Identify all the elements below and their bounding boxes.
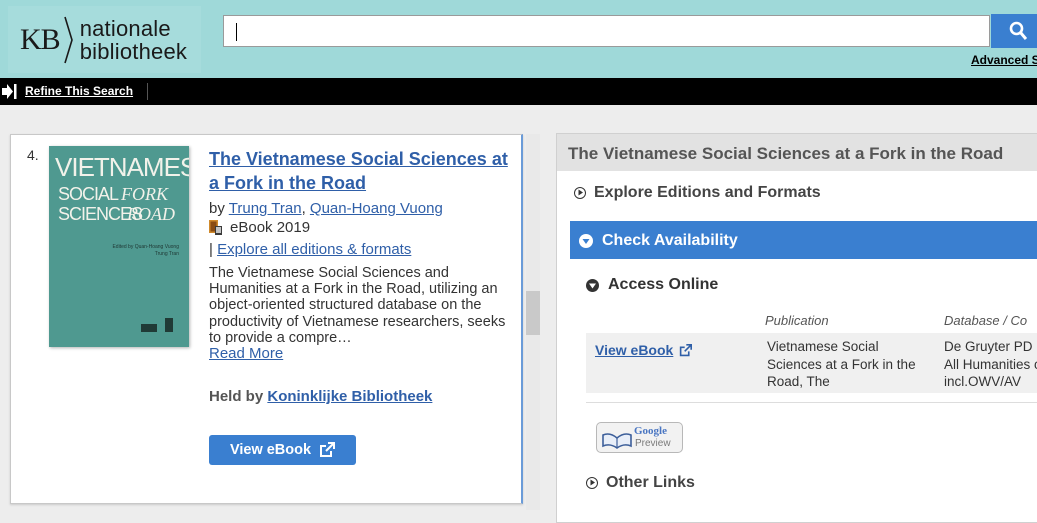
explore-editions-link[interactable]: Explore all editions & formats <box>217 241 411 258</box>
record-summary: The Vietnamese Social Sciences and Human… <box>209 265 506 346</box>
other-links-label: Other Links <box>606 474 695 491</box>
database-line: All Humanities c <box>944 356 1037 372</box>
explore-editions-toggle[interactable]: Explore Editions and Formats <box>574 184 821 202</box>
by-label: by <box>209 200 225 217</box>
refine-search-link[interactable]: Refine This Search <box>25 84 133 98</box>
access-online-toggle[interactable]: Access Online <box>586 276 718 294</box>
author-link[interactable]: Quan-Hoang Vuong <box>310 200 443 217</box>
google-preview-button[interactable]: Google Preview <box>596 422 683 453</box>
result-number: 4. <box>27 147 39 163</box>
advanced-search-link[interactable]: Advanced S <box>971 53 1037 67</box>
refine-bar: Refine This Search <box>0 78 1037 105</box>
other-links-toggle[interactable]: Other Links <box>586 474 695 492</box>
logo-wordmark: nationale bibliotheek <box>80 17 187 63</box>
logo-bracket-icon <box>63 16 73 63</box>
logo-kb-mark: KB <box>20 22 61 56</box>
google-preview-brand: Google <box>634 425 667 437</box>
access-online-label: Access Online <box>608 276 719 293</box>
explore-prefix: | <box>209 241 213 258</box>
cover-title-line2: SOCIAL <box>58 184 119 204</box>
check-availability-label: Check Availability <box>602 232 738 249</box>
view-ebook-button[interactable]: View eBook <box>209 435 356 465</box>
collapse-arrow-icon <box>579 234 593 248</box>
kb-logo[interactable]: KB nationale bibliotheek <box>8 6 201 73</box>
cover-title-line1: VIETNAMESE <box>55 152 189 182</box>
detail-header: The Vietnamese Social Sciences at a Fork… <box>557 134 1037 171</box>
record-format: eBook 2019 <box>209 219 310 236</box>
row-divider <box>586 402 1037 403</box>
cover-imprint-mark <box>165 318 173 332</box>
database-cell: De Gruyter PD All Humanities c incl.OWV/… <box>944 338 1037 391</box>
expand-arrow-icon <box>586 477 598 489</box>
site-header: KB nationale bibliotheek Advanced S <box>0 0 1037 78</box>
refine-arrow-icon[interactable] <box>2 83 19 100</box>
author-separator: , <box>301 200 306 217</box>
refine-divider <box>147 83 148 100</box>
search-input[interactable] <box>223 15 990 47</box>
column-header-database: Database / Co <box>944 313 1028 328</box>
search-button[interactable] <box>991 14 1037 48</box>
check-availability-row: Check Availability <box>579 232 738 250</box>
detail-title: The Vietnamese Social Sciences at a Fork… <box>568 144 1004 163</box>
cover-title-fork: FORK <box>121 184 168 204</box>
external-link-icon <box>680 343 693 356</box>
logo-line1: nationale <box>79 15 171 41</box>
record-title-link[interactable]: The Vietnamese Social Sciences at a Fork… <box>209 147 509 195</box>
holding-library-link[interactable]: Koninklijke Bibliotheek <box>267 388 432 405</box>
held-by-label: Held by <box>209 388 264 405</box>
open-book-icon <box>602 433 632 449</box>
database-line: incl.OWV/AV <box>944 374 1022 389</box>
text-caret <box>236 23 237 41</box>
google-preview-label: Preview <box>635 438 671 449</box>
explore-editions-label: Explore Editions and Formats <box>594 184 821 201</box>
cover-publisher-logo <box>141 324 157 332</box>
format-text: eBook 2019 <box>230 219 311 236</box>
record-authors: by Trung Tran, Quan-Hoang Vuong <box>209 200 443 217</box>
author-link[interactable]: Trung Tran <box>229 200 302 217</box>
search-result-card: 4. VIETNAMESE SOCIAL SCIENCES FORK ROAD … <box>10 134 523 504</box>
results-scrollbar-thumb[interactable] <box>526 291 540 335</box>
read-more-link[interactable]: Read More <box>209 345 283 362</box>
table-row: View eBook Vietnamese Social Sciences at… <box>586 333 1037 393</box>
explore-editions: | Explore all editions & formats <box>209 241 411 258</box>
expand-arrow-icon <box>574 187 586 199</box>
search-icon <box>1009 21 1027 40</box>
database-line: De Gruyter PD <box>944 339 1033 354</box>
check-availability-toggle[interactable]: Check Availability <box>570 221 1037 259</box>
publication-cell: Vietnamese Social Sciences at a Fork in … <box>767 339 916 389</box>
ebook-icon <box>209 220 222 235</box>
book-cover[interactable]: VIETNAMESE SOCIAL SCIENCES FORK ROAD Edi… <box>49 146 189 347</box>
view-ebook-link-label: View eBook <box>595 342 674 358</box>
view-ebook-label: View eBook <box>229 442 312 458</box>
held-by: Held by Koninklijke Bibliotheek <box>209 388 432 405</box>
view-ebook-link[interactable]: View eBook <box>595 342 693 358</box>
record-detail-panel: The Vietnamese Social Sciences at a Fork… <box>556 133 1037 523</box>
cover-editors: Edited by Quan-Hoang Vuong Trung Tran <box>112 244 179 257</box>
collapse-arrow-icon <box>586 278 599 292</box>
cover-title-road: ROAD <box>127 204 175 224</box>
column-header-publication: Publication <box>765 313 829 328</box>
external-link-icon <box>320 442 336 457</box>
logo-line2: bibliotheek <box>79 38 188 64</box>
